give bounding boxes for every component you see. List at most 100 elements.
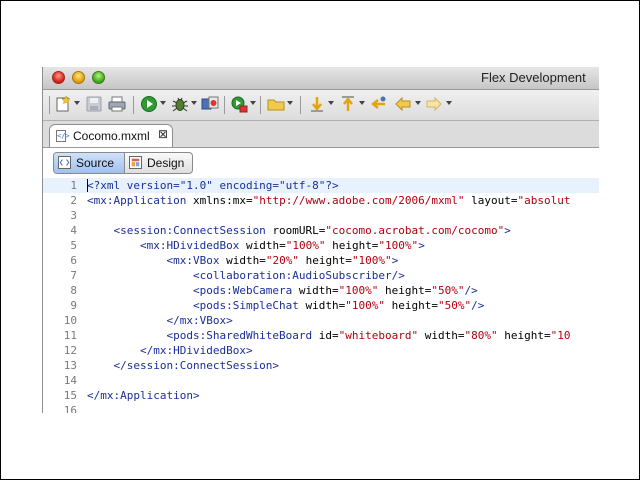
last-edit-icon[interactable] [369, 95, 387, 113]
line-number: 9 [70, 299, 77, 312]
run-icon[interactable] [140, 95, 158, 113]
line-text: <pods:SharedWhiteBoard id="whiteboard" w… [87, 328, 570, 343]
profile-icon[interactable] [201, 95, 219, 113]
title-bar[interactable]: Flex Development [43, 67, 599, 90]
code-token: width= [298, 284, 339, 297]
line-number: 13 [63, 359, 77, 372]
toolbar-separator [300, 96, 301, 114]
toolbar-grip [49, 96, 50, 114]
code-token: "20%" [265, 254, 299, 267]
code-token: "100%" [285, 239, 326, 252]
line-text: </mx:VBox> [87, 313, 232, 328]
code-token: "50%" [431, 284, 465, 297]
code-line[interactable]: 15 </mx:Application> [43, 388, 599, 403]
code-line[interactable]: 5 <mx:HDividedBox width="100%" height="1… [43, 238, 599, 253]
code-lines[interactable]: 1 <?xml version="1.0" encoding="utf-8"?> 2… [43, 178, 599, 413]
line-number: 5 [70, 239, 77, 252]
line-text: <mx:VBox width="20%" height="100%"> [87, 253, 398, 268]
code-token: > [418, 239, 425, 252]
debug-icon[interactable] [171, 95, 189, 113]
zoom-window-button[interactable] [92, 71, 105, 84]
close-window-button[interactable] [52, 71, 65, 84]
forward-dropdown-arrow[interactable] [446, 101, 452, 105]
next-annotation-dropdown-arrow[interactable] [328, 101, 334, 105]
tab-cocomo-mxml[interactable]: </> Cocomo.mxml ⊠ [49, 124, 173, 147]
design-icon [129, 156, 142, 169]
code-token: "absolut [517, 194, 571, 207]
design-mode-button[interactable]: Design [125, 153, 192, 173]
line-number: 3 [70, 209, 77, 222]
code-line[interactable]: 10 </mx:VBox> [43, 313, 599, 328]
main-toolbar [43, 90, 599, 121]
code-line[interactable]: 7 <collaboration:AudioSubscriber/> [43, 268, 599, 283]
prev-annotation-icon[interactable] [339, 95, 357, 113]
line-number: 8 [70, 284, 77, 297]
code-token: <mx:VBox [87, 254, 227, 267]
code-line[interactable]: 12 </mx:HDividedBox> [43, 343, 599, 358]
new-icon[interactable] [55, 95, 73, 113]
code-editor[interactable]: Source Design 1 <?xml version="1.0" encod… [43, 148, 599, 413]
line-number: 10 [63, 314, 77, 327]
external-tools-icon[interactable] [230, 95, 248, 113]
line-text: <?xml version="1.0" encoding="utf-8"?> [87, 178, 339, 193]
line-number: 2 [70, 194, 77, 207]
forward-icon[interactable] [425, 95, 443, 113]
code-line[interactable]: 1 <?xml version="1.0" encoding="utf-8"?> [43, 178, 599, 193]
code-line[interactable]: 8 <pods:WebCamera width="100%" height="5… [43, 283, 599, 298]
code-token: xmlns:mx= [192, 194, 253, 207]
line-text: <mx:HDividedBox width="100%" height="100… [87, 238, 425, 253]
code-line[interactable]: 13 </session:ConnectSession> [43, 358, 599, 373]
tab-close-icon[interactable]: ⊠ [158, 127, 168, 141]
code-token: width= [305, 299, 346, 312]
toolbar-separator [260, 96, 261, 114]
code-token: </session:ConnectSession> [87, 359, 280, 372]
code-token: height= [298, 254, 352, 267]
debug-dropdown-arrow[interactable] [191, 101, 197, 105]
code-token: /> [471, 299, 485, 312]
code-token: id= [318, 329, 339, 342]
line-text: <pods:SimpleChat width="100%" height="50… [87, 298, 484, 313]
tab-label: Cocomo.mxml [73, 129, 150, 143]
open-type-icon[interactable] [267, 95, 285, 113]
code-token: > [504, 224, 511, 237]
code-line[interactable]: 11 <pods:SharedWhiteBoard id="whiteboard… [43, 328, 599, 343]
code-token: > [391, 254, 399, 267]
code-line[interactable]: 16 [43, 403, 599, 413]
line-number: 15 [63, 389, 77, 402]
code-line[interactable]: 2 <mx:Application xmlns:mx="http://www.ad… [43, 193, 599, 208]
print-icon[interactable] [108, 95, 126, 113]
code-token: <pods:SimpleChat [87, 299, 306, 312]
design-mode-label: Design [147, 156, 185, 170]
code-line[interactable]: 9 <pods:SimpleChat width="100%" height="… [43, 298, 599, 313]
back-dropdown-arrow[interactable] [415, 101, 421, 105]
save-icon[interactable] [85, 95, 103, 113]
back-icon[interactable] [394, 95, 412, 113]
external-tools-dropdown-arrow[interactable] [250, 101, 256, 105]
toolbar-separator [133, 96, 134, 114]
code-line[interactable]: 6 <mx:VBox width="20%" height="100%"> [43, 253, 599, 268]
source-mode-button[interactable]: Source [54, 153, 125, 173]
open-type-dropdown-arrow[interactable] [287, 101, 293, 105]
line-number: 11 [63, 329, 77, 342]
text-cursor [87, 179, 88, 192]
run-dropdown-arrow[interactable] [160, 101, 166, 105]
code-token: "50%" [438, 299, 472, 312]
prev-annotation-dropdown-arrow[interactable] [359, 101, 365, 105]
code-token: "whiteboard" [338, 329, 419, 342]
line-number: 4 [70, 224, 77, 237]
code-token: <?xml version="1.0" encoding="utf-8"?> [87, 179, 339, 192]
code-token: <pods:WebCamera [87, 284, 299, 297]
code-line[interactable]: 3 [43, 208, 599, 223]
new-dropdown-arrow[interactable] [74, 101, 80, 105]
code-token: height= [378, 284, 432, 297]
line-number: 14 [63, 374, 77, 387]
minimize-window-button[interactable] [72, 71, 85, 84]
code-line[interactable]: 14 [43, 373, 599, 388]
line-text: <collaboration:AudioSubscriber/> [87, 268, 405, 283]
code-token: "100%" [378, 239, 419, 252]
next-annotation-icon[interactable] [308, 95, 326, 113]
ide-window: Flex Development </> Cocomo.mxml ⊠ Sourc… [42, 67, 599, 413]
code-line[interactable]: 4 <session:ConnectSession roomURL="cocom… [43, 223, 599, 238]
line-text: </mx:HDividedBox> [87, 343, 253, 358]
source-mode-label: Source [76, 156, 115, 170]
